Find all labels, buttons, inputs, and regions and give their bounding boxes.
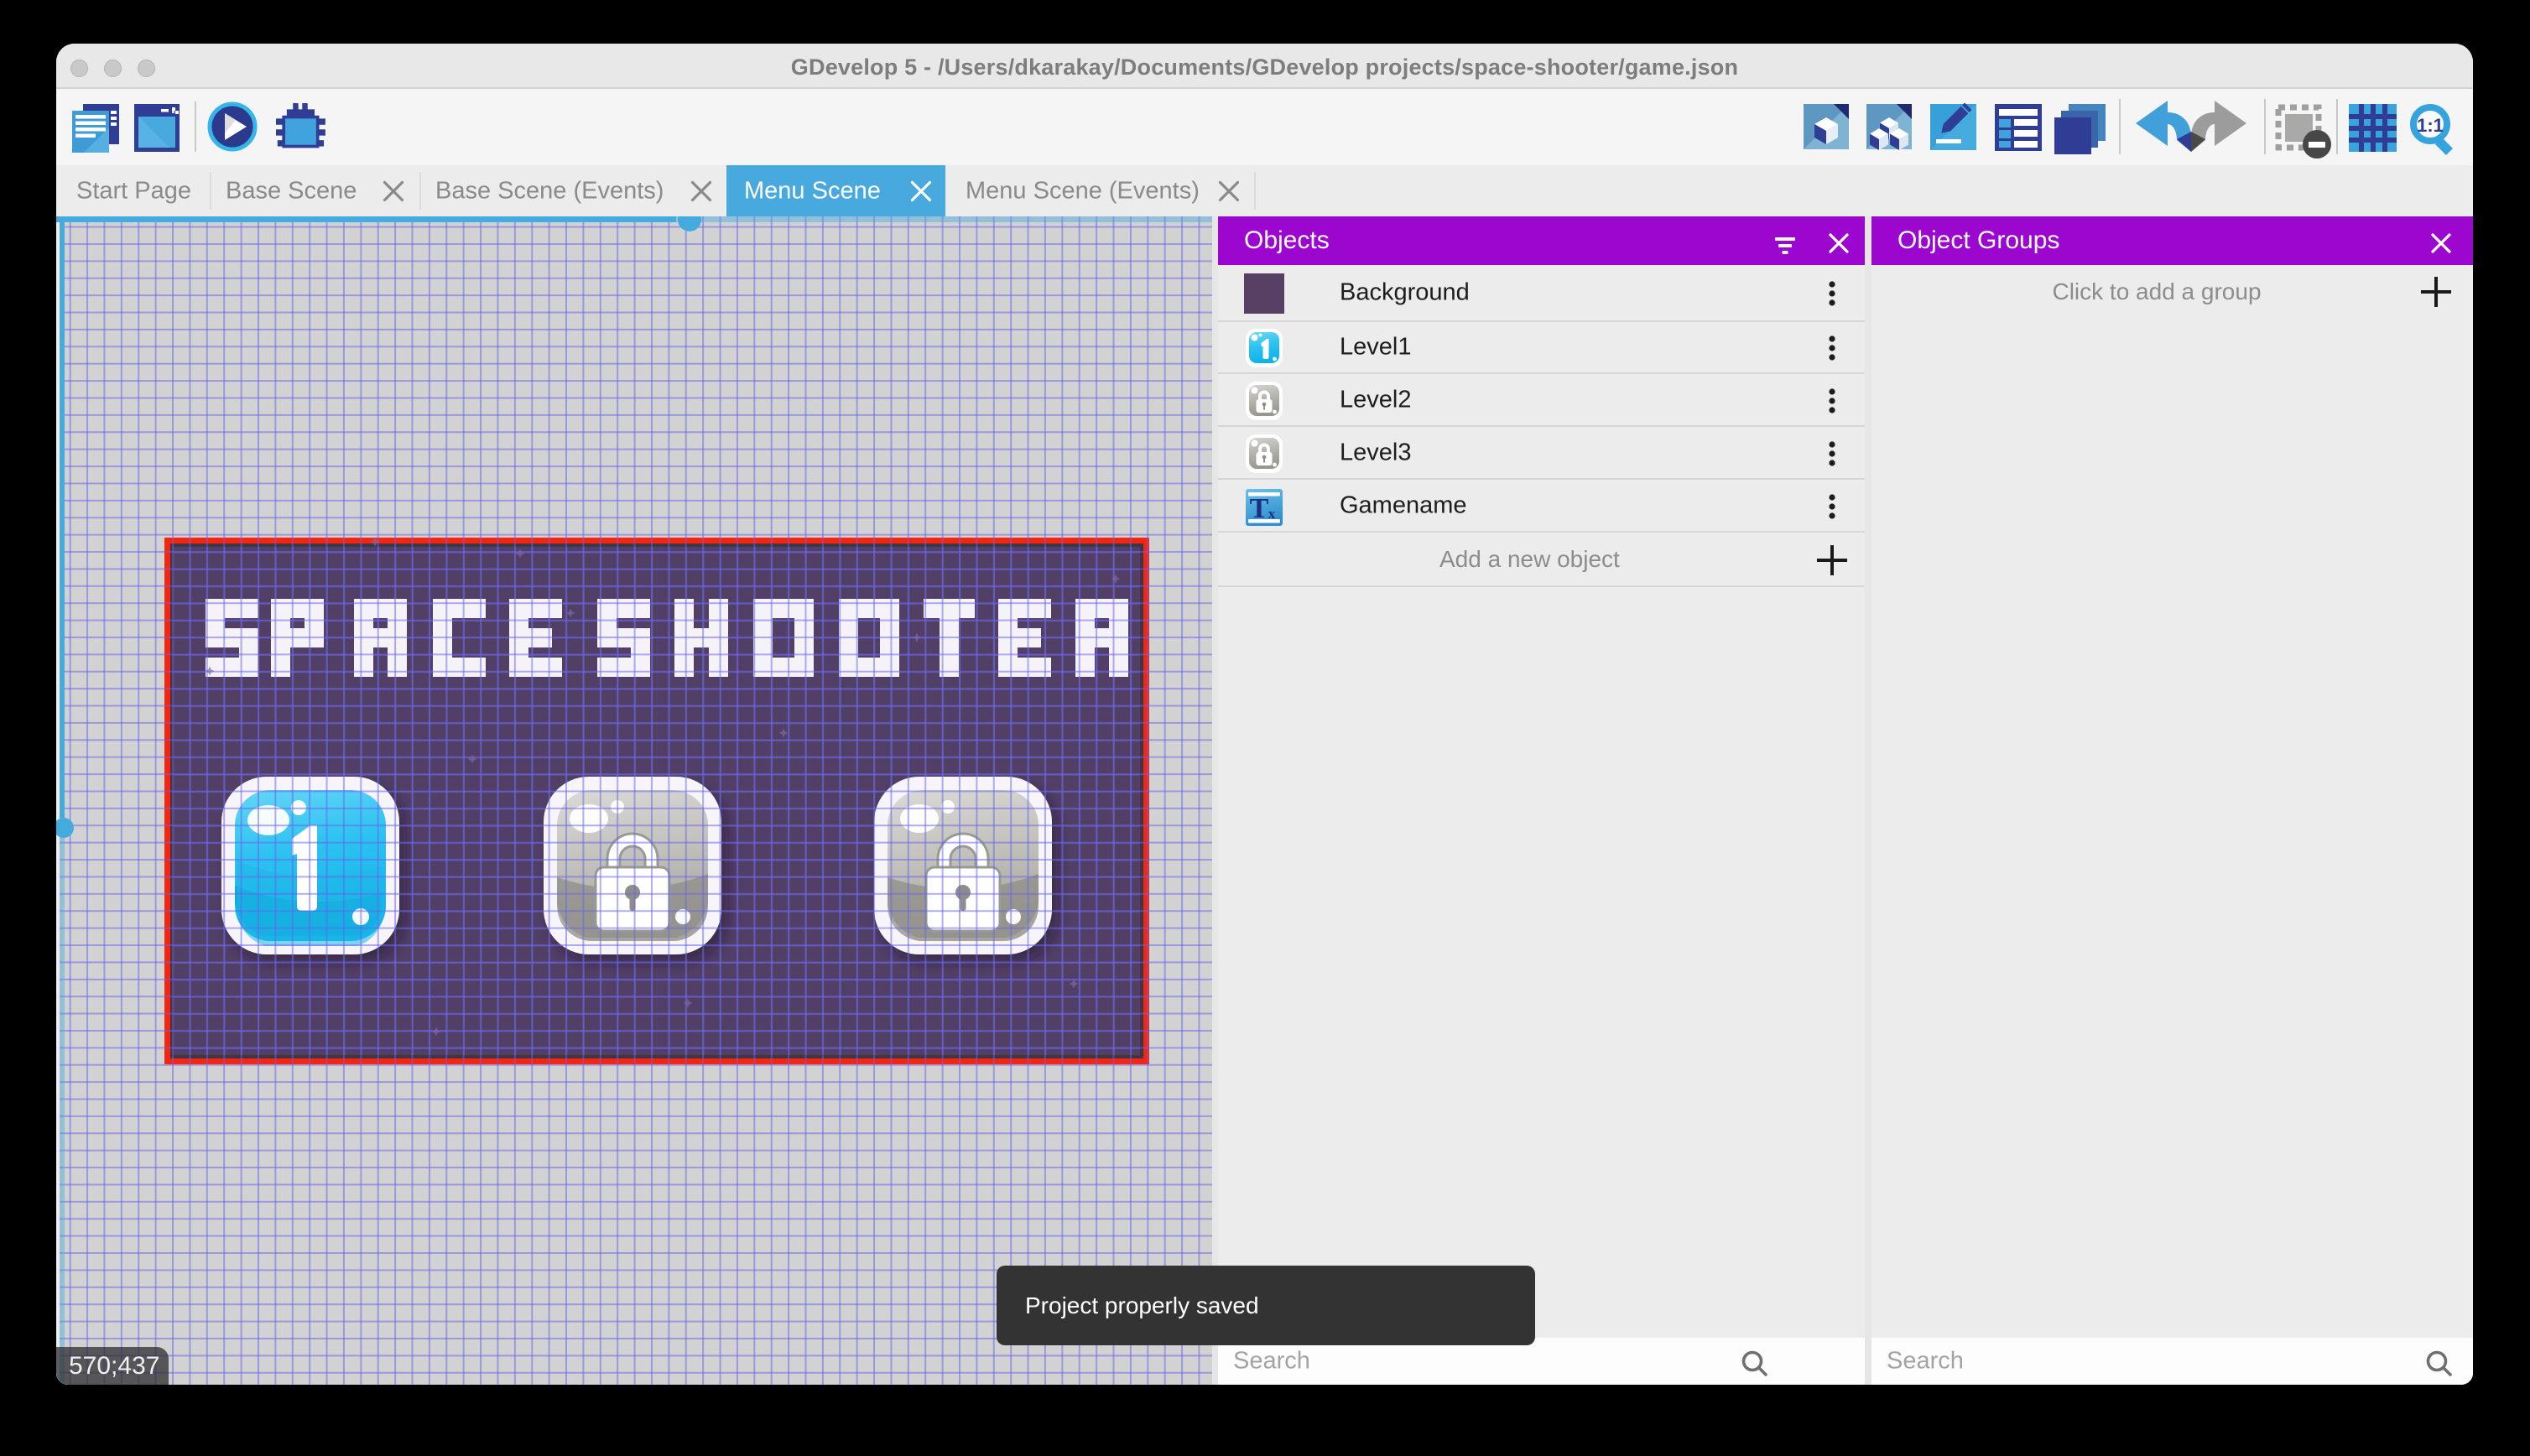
svg-text:1:1: 1:1 xyxy=(2417,115,2444,136)
